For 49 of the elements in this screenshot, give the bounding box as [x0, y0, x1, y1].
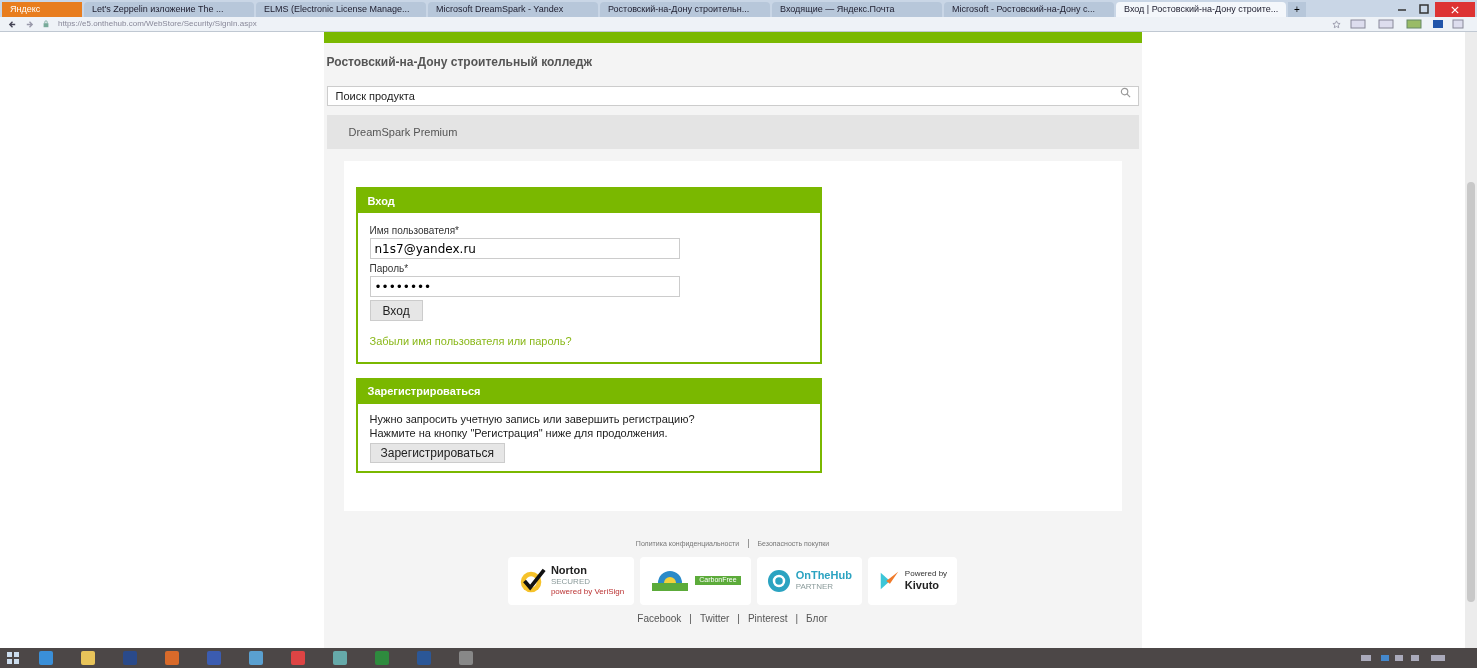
social-link[interactable]: Pinterest: [747, 610, 788, 626]
register-button[interactable]: Зарегистрироваться: [369, 442, 505, 463]
badge-note: Powered by: [904, 568, 948, 579]
card-title: Вход: [357, 189, 820, 213]
social-link[interactable]: Блог: [806, 610, 828, 626]
card-title: Зарегистрироваться: [357, 379, 820, 404]
password-field[interactable]: ••••••••: [369, 276, 680, 297]
star-icon[interactable]: [1332, 19, 1341, 29]
separator: |: [689, 611, 692, 626]
app-icon[interactable]: [332, 650, 348, 666]
username-field[interactable]: n1s7@yandex.ru: [369, 238, 680, 259]
badge[interactable]: Norton SECURED powered by VeriSign: [507, 556, 635, 605]
social-link[interactable]: Twitter: [699, 610, 730, 626]
lock-icon: [42, 20, 50, 28]
close-icon: [1451, 5, 1459, 14]
badge-subtitle: PARTNER: [795, 582, 835, 593]
product-bar[interactable]: DreamSpark Premium: [326, 115, 1139, 149]
sun-field-icon: [650, 568, 691, 593]
social-link[interactable]: Facebook: [637, 610, 682, 626]
browser-tab[interactable]: Ростовский-на-Дону строительн...: [600, 2, 770, 17]
app-icon[interactable]: [458, 650, 474, 666]
college-name: Ростовский-на-Дону строительный колледж: [325, 54, 593, 71]
badge-note: powered by VeriSign: [550, 587, 625, 598]
scrollbar[interactable]: [1465, 32, 1477, 648]
browser-tab[interactable]: Вход | Ростовский-на-Дону строите...: [1116, 2, 1286, 17]
field-label: Имя пользователя*: [369, 224, 460, 238]
badge-title: Kivuto: [904, 578, 941, 593]
browser-tab[interactable]: ELMS (Electronic License Manage...: [256, 2, 426, 17]
back-icon[interactable]: [8, 19, 17, 29]
windows-start-icon[interactable]: [6, 651, 20, 665]
new-tab-button[interactable]: +: [1288, 2, 1306, 17]
register-text: Нужно запросить учетную запись или завершить регистрацию? Нажмите на кнопку "Регистрация" ниже для продолжения.: [369, 411, 696, 440]
browser-tab[interactable]: Microsoft DreamSpark - Yandex: [428, 2, 598, 17]
separator: |: [747, 537, 750, 550]
login-button[interactable]: Вход: [369, 300, 423, 321]
separator: |: [795, 611, 799, 626]
badge-title: Norton: [550, 563, 588, 578]
separator: |: [737, 611, 740, 626]
browser-tab[interactable]: Microsoft - Ростовский-на-Дону с...: [944, 2, 1114, 17]
badge[interactable]: Powered by Kivuto: [867, 556, 958, 605]
search-icon[interactable]: [1119, 87, 1131, 98]
search-field[interactable]: Поиск продукта: [326, 86, 1139, 106]
badge-subtitle: SECURED: [550, 577, 591, 588]
badge-title: OnTheHub: [795, 568, 852, 583]
browser-tab[interactable]: Входящие — Яндекс.Почта: [772, 2, 942, 17]
app-icon[interactable]: [164, 650, 180, 666]
forward-icon[interactable]: [25, 19, 34, 29]
browser-tab[interactable]: Let's Zeppelin изложение The ...: [84, 2, 254, 17]
field-label: Пароль*: [369, 262, 410, 276]
